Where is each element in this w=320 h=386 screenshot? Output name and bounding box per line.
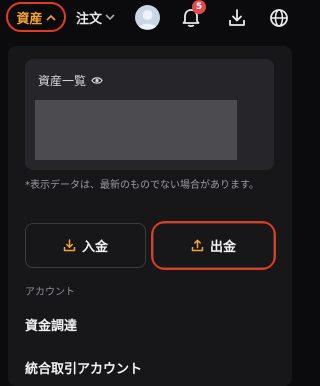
- globe-icon[interactable]: [268, 7, 290, 29]
- menu-item-unified-trading-account[interactable]: 統合取引アカウント: [25, 358, 142, 377]
- overview-title: 資産一覧: [38, 74, 87, 88]
- menu-item-funding[interactable]: 資金調達: [25, 315, 77, 334]
- notification-badge: 5: [192, 0, 206, 14]
- overview-header: 資産一覧: [38, 72, 103, 89]
- account-section-label: アカウント: [25, 287, 75, 298]
- deposit-label: 入金: [81, 240, 108, 255]
- download-tray-icon: [63, 239, 76, 252]
- withdraw-label: 出金: [209, 240, 236, 255]
- top-navigation: 資産 注文 5: [0, 0, 300, 38]
- user-icon: [138, 10, 157, 29]
- download-icon[interactable]: [226, 7, 248, 29]
- nav-orders-label: 注文: [76, 11, 103, 27]
- withdraw-button[interactable]: 出金: [153, 223, 274, 268]
- data-notice: *表示データは、最新のものでない場合があります。: [25, 180, 259, 191]
- chevron-up-icon: [45, 14, 56, 21]
- nav-assets-label: 資産: [16, 11, 43, 27]
- upload-tray-icon: [191, 239, 204, 252]
- nav-orders-menu[interactable]: 注文: [76, 8, 115, 27]
- eye-icon[interactable]: [91, 76, 103, 85]
- nav-assets-menu[interactable]: 資産: [6, 2, 66, 32]
- avatar[interactable]: [135, 5, 160, 30]
- hidden-balance-block: [35, 100, 237, 160]
- chevron-down-icon: [105, 13, 115, 20]
- deposit-button[interactable]: 入金: [25, 223, 146, 268]
- asset-overview-card[interactable]: 資産一覧: [25, 59, 274, 170]
